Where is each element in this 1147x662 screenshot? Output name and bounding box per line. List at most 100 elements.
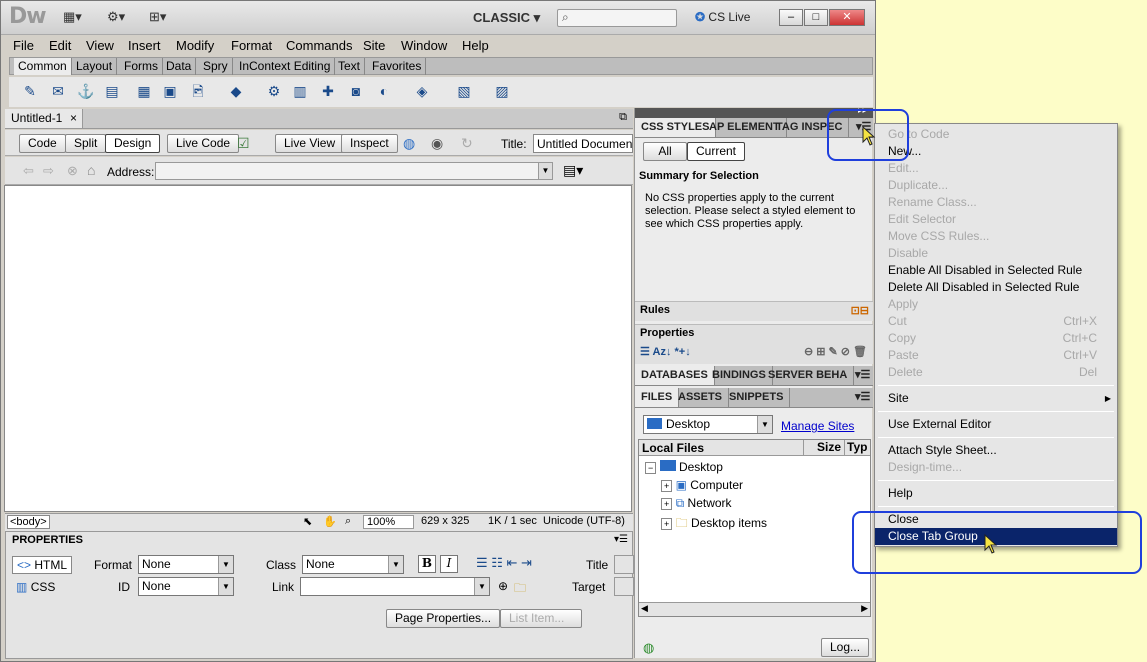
restore-doc-icon[interactable]: ⧉ bbox=[619, 111, 627, 124]
collapse-toggle[interactable]: − bbox=[645, 462, 657, 474]
design-view-button[interactable]: Design bbox=[105, 134, 161, 153]
all-button[interactable]: All bbox=[643, 142, 687, 161]
expand-toggle[interactable]: + bbox=[661, 498, 673, 510]
menu-item-copy[interactable]: Copy Ctrl+C bbox=[875, 330, 1117, 347]
menu-item-new[interactable]: New... bbox=[875, 143, 1117, 160]
hand-tool-icon[interactable]: ✋ bbox=[323, 515, 337, 528]
refresh-icon[interactable]: ↻ bbox=[461, 135, 473, 152]
menu-item-design-time[interactable]: Design-time... bbox=[875, 459, 1117, 476]
preview-browser-icon[interactable]: ◍ bbox=[403, 135, 415, 152]
menu-item-site[interactable]: Site ▶ bbox=[875, 390, 1117, 407]
tag-chooser-icon[interactable]: ▨ bbox=[493, 82, 511, 100]
server-include-icon[interactable]: ✚ bbox=[319, 82, 337, 100]
css-mode-button[interactable]: ▥ CSS bbox=[16, 580, 55, 594]
templates-icon[interactable]: ▧ bbox=[455, 82, 473, 100]
menu-item-delete[interactable]: Delete Del bbox=[875, 364, 1117, 381]
tree-row[interactable]: + ⧉ Network bbox=[661, 496, 732, 511]
class-select[interactable]: None bbox=[302, 555, 404, 574]
document-title-input[interactable]: Untitled Document bbox=[533, 134, 633, 153]
menu-item-move-css-rules[interactable]: Move CSS Rules... bbox=[875, 228, 1117, 245]
site-icon[interactable]: ⊞▾ bbox=[149, 9, 166, 25]
head-icon[interactable]: ◐ bbox=[375, 82, 393, 100]
menu-item-delete-all-disabled-in-selected-rule[interactable]: Delete All Disabled in Selected Rule bbox=[875, 279, 1117, 296]
menu-modify[interactable]: Modify bbox=[176, 38, 214, 53]
rules-icons[interactable]: ⊡⊟ bbox=[851, 304, 869, 317]
split-view-button[interactable]: Split bbox=[65, 134, 107, 153]
live-code-button[interactable]: Live Code bbox=[167, 134, 240, 153]
files-options-icon[interactable]: ▾☰ bbox=[849, 388, 876, 407]
menu-item-disable[interactable]: Disable bbox=[875, 245, 1117, 262]
menu-file[interactable]: File bbox=[13, 38, 34, 53]
extend-gear-icon[interactable]: ⚙▾ bbox=[107, 9, 125, 25]
menu-item-attach-style-sheet[interactable]: Attach Style Sheet... bbox=[875, 442, 1117, 459]
menu-help[interactable]: Help bbox=[462, 38, 489, 53]
validate-icon[interactable]: ☑ bbox=[237, 135, 250, 152]
visual-aids-icon[interactable]: ◉ bbox=[431, 135, 443, 152]
zoom-select[interactable]: 100% bbox=[363, 515, 415, 529]
title-input[interactable] bbox=[614, 555, 634, 574]
document-tab[interactable]: Untitled-1 × bbox=[5, 109, 83, 128]
tab-assets[interactable]: ASSETS bbox=[672, 388, 730, 407]
tag-selector[interactable]: <body> bbox=[7, 515, 50, 529]
link-input[interactable] bbox=[300, 577, 490, 596]
widget-icon[interactable]: ⚙ bbox=[265, 82, 283, 100]
target-select[interactable] bbox=[614, 577, 634, 596]
maximize-button[interactable]: □ bbox=[804, 9, 828, 26]
tab-server-behaviors[interactable]: SERVER BEHA bbox=[762, 366, 855, 385]
menu-format[interactable]: Format bbox=[231, 38, 272, 53]
help-search-input[interactable]: ⌕ bbox=[557, 9, 677, 27]
bold-button[interactable]: B bbox=[418, 555, 436, 573]
code-view-button[interactable]: Code bbox=[19, 134, 66, 153]
id-select[interactable]: None bbox=[138, 577, 234, 596]
css-view-icons[interactable]: ☰ Az↓ *+↓ bbox=[640, 345, 691, 358]
menu-item-cut[interactable]: Cut Ctrl+X bbox=[875, 313, 1117, 330]
select-tool-icon[interactable]: ⬉ bbox=[303, 515, 312, 528]
list-item-button[interactable]: List Item... bbox=[500, 609, 582, 628]
insert-tab-layout[interactable]: Layout bbox=[72, 58, 118, 75]
live-view-button[interactable]: Live View bbox=[275, 134, 345, 153]
tab-databases[interactable]: DATABASES bbox=[635, 366, 715, 385]
panel-menu-icon[interactable]: ▾☰ bbox=[614, 534, 628, 545]
div-icon[interactable]: ▣ bbox=[161, 82, 179, 100]
zoom-tool-icon[interactable]: ⌕ bbox=[345, 515, 351, 528]
col-size[interactable]: Size bbox=[803, 440, 843, 456]
close-button[interactable]: ✕ bbox=[829, 9, 865, 26]
menu-item-use-external-editor[interactable]: Use External Editor bbox=[875, 416, 1117, 433]
close-tab-icon[interactable]: × bbox=[70, 111, 77, 125]
menu-item-apply[interactable]: Apply bbox=[875, 296, 1117, 313]
images-icon[interactable]: 🖻 bbox=[189, 82, 207, 100]
menu-item-edit[interactable]: Edit... bbox=[875, 160, 1117, 177]
tree-row[interactable]: + 🗀 Desktop items bbox=[661, 514, 767, 535]
email-link-icon[interactable]: ✉ bbox=[49, 82, 67, 100]
script-icon[interactable]: ◈ bbox=[413, 82, 431, 100]
design-view-canvas[interactable] bbox=[4, 185, 632, 512]
site-select[interactable]: Desktop bbox=[643, 415, 773, 434]
menu-insert[interactable]: Insert bbox=[128, 38, 161, 53]
tree-row[interactable]: − Desktop bbox=[645, 460, 723, 474]
insert-tab-common[interactable]: Common bbox=[14, 58, 72, 75]
back-icon[interactable]: ⇦ bbox=[23, 163, 34, 179]
stop-icon[interactable]: ⊗ bbox=[67, 163, 78, 179]
page-properties-button[interactable]: Page Properties... bbox=[386, 609, 501, 628]
inspect-button[interactable]: Inspect bbox=[341, 134, 398, 153]
menu-site[interactable]: Site bbox=[363, 38, 385, 53]
hyperlink-icon[interactable]: ✎ bbox=[21, 82, 39, 100]
menu-item-edit-selector[interactable]: Edit Selector bbox=[875, 211, 1117, 228]
insert-tab-forms[interactable]: Forms bbox=[120, 58, 163, 75]
menu-item-duplicate[interactable]: Duplicate... bbox=[875, 177, 1117, 194]
tree-row[interactable]: + ▣ Computer bbox=[661, 478, 743, 492]
menu-item-help[interactable]: Help bbox=[875, 485, 1117, 502]
italic-button[interactable]: I bbox=[440, 555, 458, 573]
browse-folder-icon[interactable]: 🗀 bbox=[514, 579, 526, 600]
list-icons[interactable]: ☰ ☷ ⇤ ⇥ bbox=[476, 555, 532, 571]
manage-sites-link[interactable]: Manage Sites bbox=[781, 419, 854, 433]
menu-commands[interactable]: Commands bbox=[286, 38, 352, 53]
menu-item-paste[interactable]: Paste Ctrl+V bbox=[875, 347, 1117, 364]
db-options-icon[interactable]: ▾☰ bbox=[849, 366, 876, 385]
browse-options-icon[interactable]: ▤▾ bbox=[563, 162, 583, 179]
insert-tab-data[interactable]: Data bbox=[162, 58, 197, 75]
log-button[interactable]: Log... bbox=[821, 638, 870, 657]
point-to-file-icon[interactable]: ⊕ bbox=[498, 579, 508, 593]
minimize-button[interactable]: – bbox=[779, 9, 803, 26]
col-type[interactable]: Typ bbox=[844, 440, 867, 456]
